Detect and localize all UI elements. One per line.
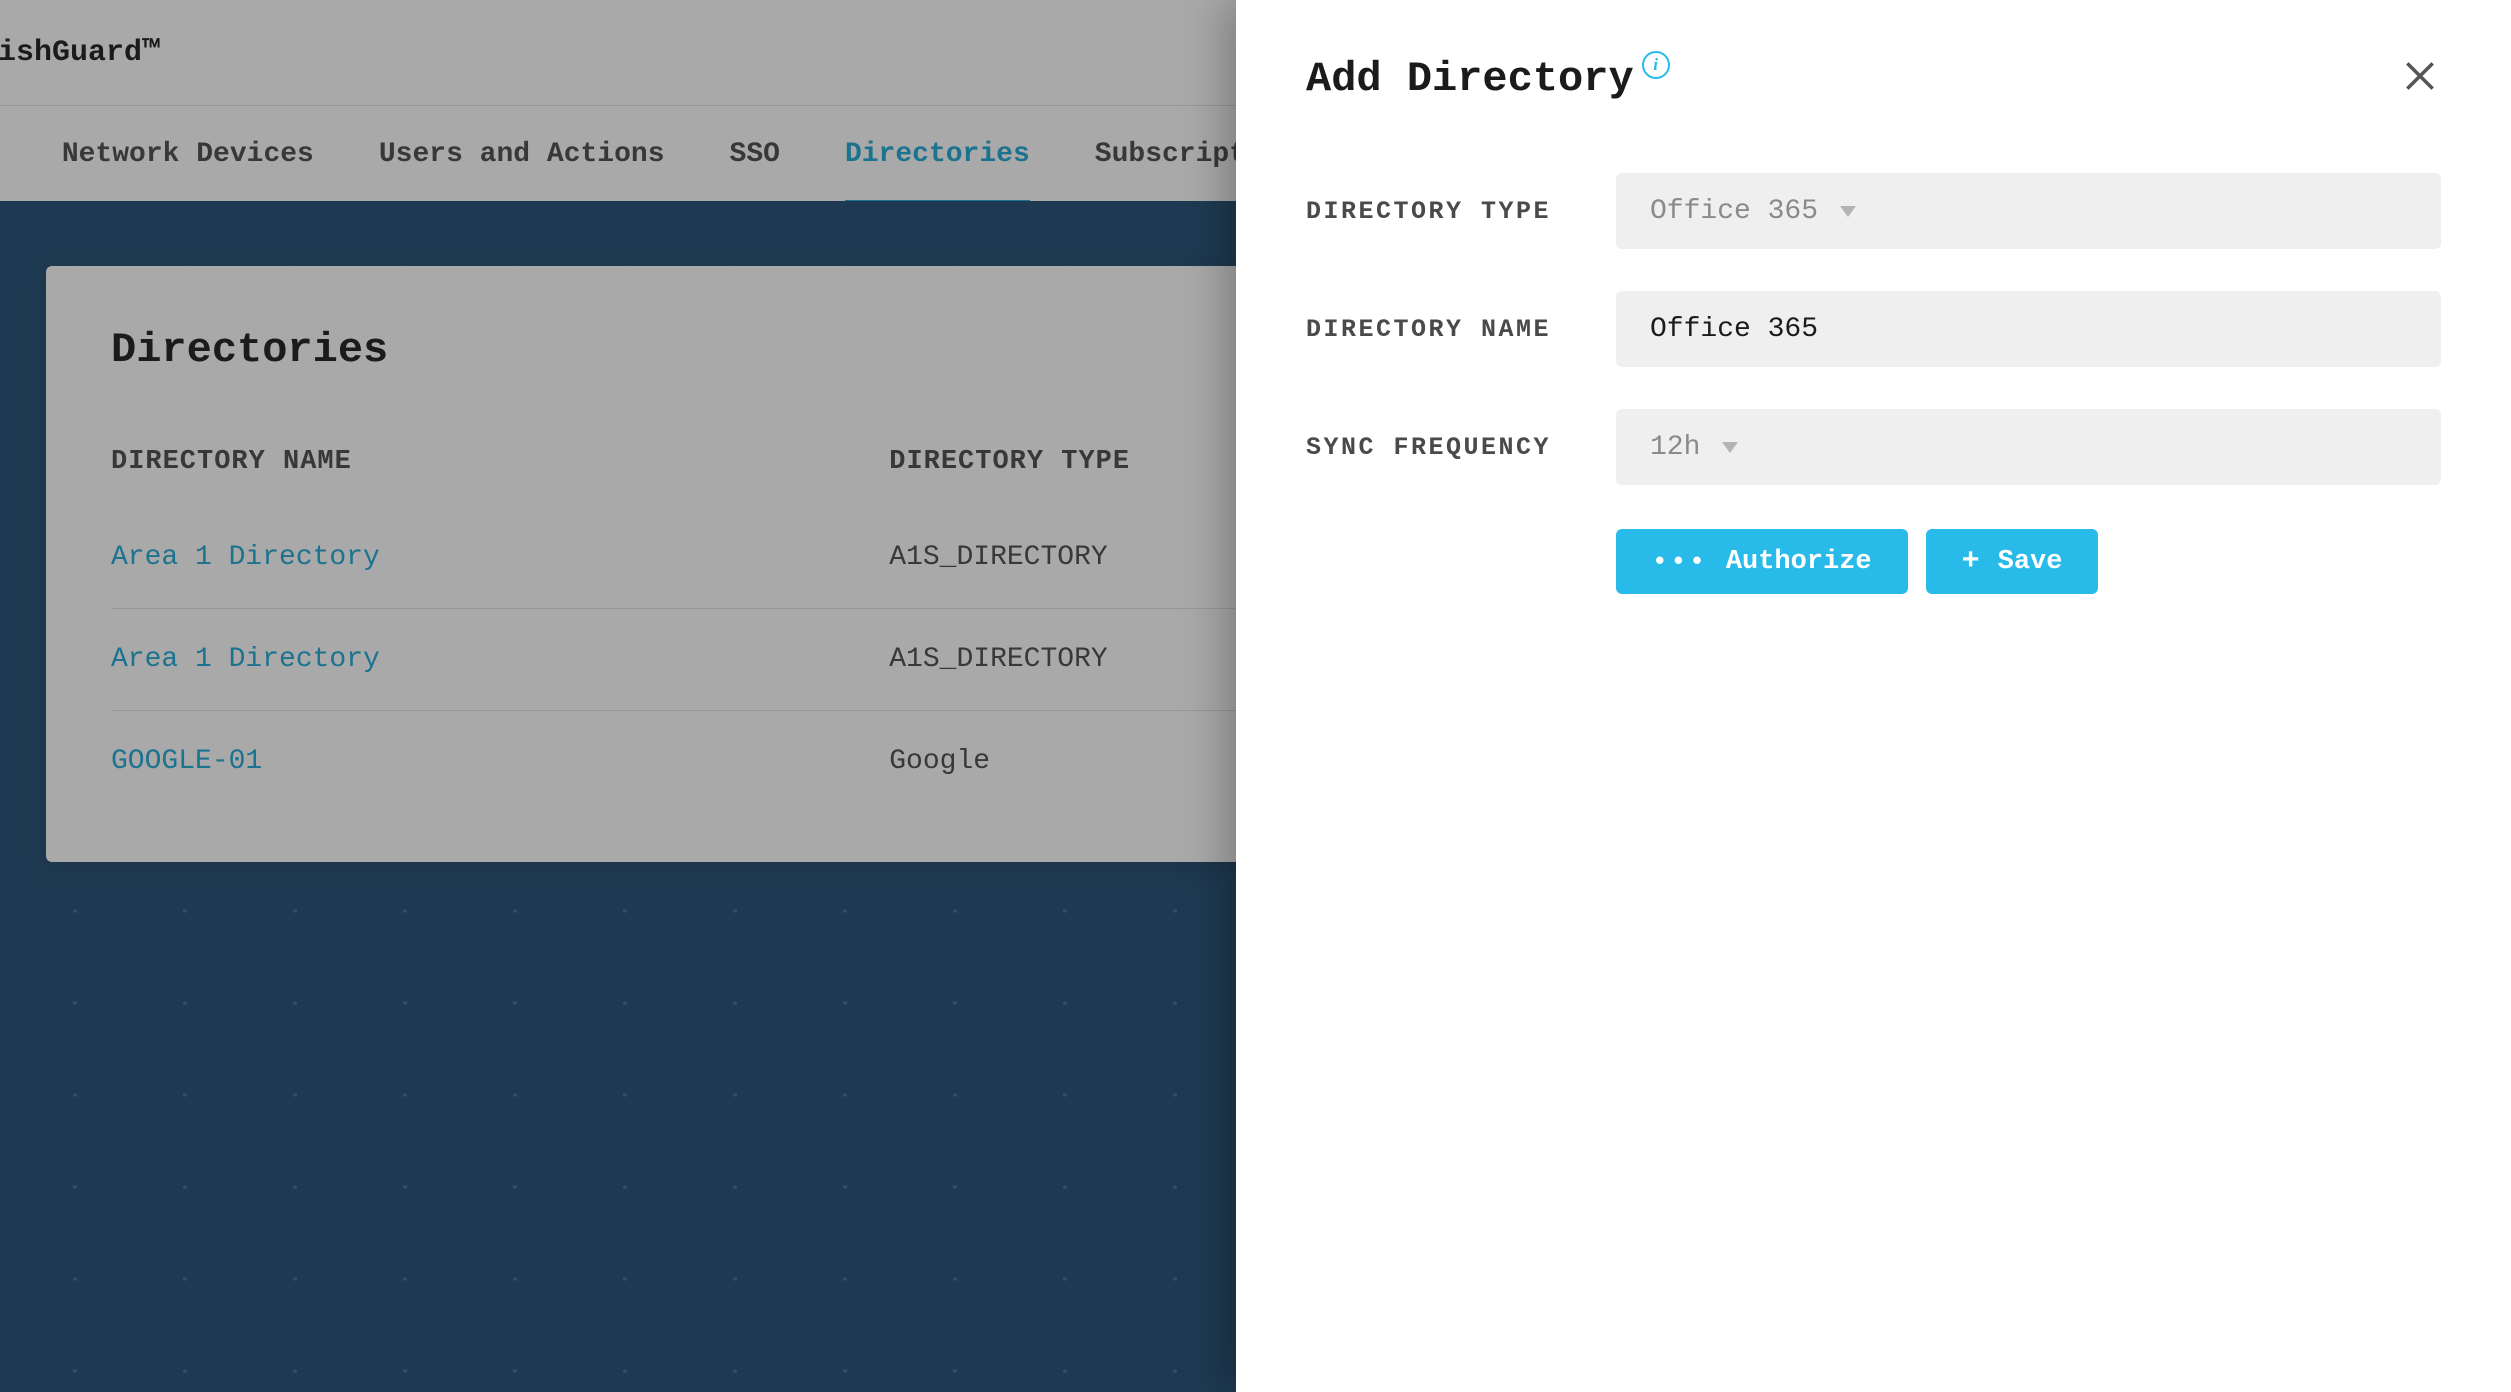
chevron-down-icon — [1722, 442, 1738, 453]
add-directory-form: DIRECTORY TYPE Office 365 DIRECTORY NAME… — [1306, 173, 2441, 594]
label-directory-name: DIRECTORY NAME — [1306, 315, 1606, 344]
directory-type-value: Office 365 — [1650, 196, 1818, 227]
sync-frequency-select[interactable]: 12h — [1616, 409, 2441, 485]
chevron-down-icon — [1840, 206, 1856, 217]
authorize-button-label: Authorize — [1726, 547, 1872, 577]
authorize-button[interactable]: ••• Authorize — [1616, 529, 1908, 594]
directory-name-input[interactable]: Office 365 — [1616, 291, 2441, 367]
label-directory-type: DIRECTORY TYPE — [1306, 197, 1606, 226]
close-icon — [2401, 57, 2439, 95]
panel-title: Add Directory — [1306, 55, 1634, 103]
panel-header: Add Directory i — [1306, 55, 2441, 103]
save-button-label: Save — [1998, 547, 2063, 577]
save-button[interactable]: + Save — [1926, 529, 2099, 594]
panel-button-row: ••• Authorize + Save — [1616, 529, 2441, 594]
close-button[interactable] — [2399, 55, 2441, 97]
label-sync-frequency: SYNC FREQUENCY — [1306, 433, 1606, 462]
sync-frequency-value: 12h — [1650, 432, 1700, 463]
add-directory-panel: Add Directory i DIRECTORY TYPE Office 36… — [1236, 0, 2511, 1392]
info-icon[interactable]: i — [1642, 51, 1670, 79]
directory-type-select[interactable]: Office 365 — [1616, 173, 2441, 249]
directory-name-value: Office 365 — [1650, 314, 1818, 345]
